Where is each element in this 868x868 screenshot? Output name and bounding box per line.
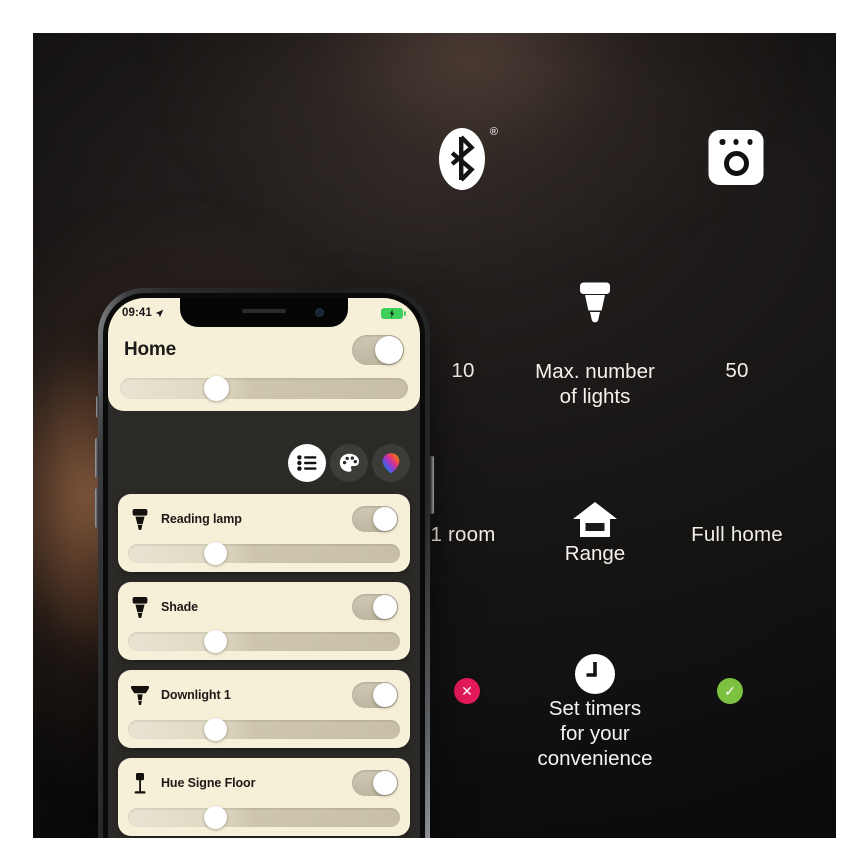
light-name: Hue Signe Floor [161, 776, 256, 790]
hue-bridge-icon [708, 130, 764, 185]
mode-button-list[interactable] [288, 444, 326, 482]
front-camera [315, 308, 324, 317]
status-badge-negative: ✕ [454, 678, 480, 704]
battery-body [381, 307, 403, 319]
floor-lamp-icon [130, 771, 150, 795]
row-range-right-value: Full home [691, 523, 783, 546]
slider-handle[interactable] [203, 376, 229, 401]
light-row: Reading lamp [128, 503, 400, 535]
toggle-knob [373, 507, 397, 531]
light-name: Shade [161, 600, 199, 614]
toggle-knob [375, 336, 403, 364]
lights-list: Reading lamp Shade Downlight 1 Hue Signe… [118, 494, 410, 838]
check-icon: ✓ [724, 683, 736, 699]
row-max-lights-label-line2: of lights [559, 385, 631, 408]
phone-power-button[interactable] [429, 456, 434, 514]
spot-bulb-glyph [132, 509, 148, 530]
status-badge-positive: ✓ [717, 678, 743, 704]
registered-trademark-mark: ® [489, 126, 498, 138]
toggle-knob [373, 595, 397, 619]
home-glyph [573, 502, 617, 537]
light-brightness-slider[interactable] [128, 542, 400, 565]
phone-notch [180, 298, 348, 327]
light-toggle[interactable] [352, 506, 398, 532]
light-name: Downlight 1 [161, 688, 231, 702]
slider-handle[interactable] [204, 542, 228, 565]
mode-bar [288, 444, 410, 482]
floor-lamp-glyph [134, 772, 146, 793]
charging-bolt-icon [389, 308, 395, 318]
cross-icon: ✕ [461, 683, 473, 699]
spot-bulb-glyph [132, 597, 148, 618]
home-brightness-slider[interactable] [120, 376, 408, 401]
spot-bulb-icon [130, 595, 150, 619]
light-row: Hue Signe Floor [128, 767, 400, 799]
phone-screen: 09:41 Home Reading lamp Shade Downlight … [108, 298, 420, 838]
home-icon [572, 501, 618, 546]
downlight-glyph [131, 686, 149, 705]
palette-icon [339, 453, 359, 472]
row-range-label: Range [564, 542, 626, 565]
list-icon [297, 455, 317, 471]
row-timers-label-line1: Set timers [548, 697, 642, 720]
light-name: Reading lamp [161, 512, 242, 526]
slider-handle[interactable] [204, 630, 228, 653]
downlight-icon [130, 683, 150, 707]
row-timers-label: Set timers for your convenience [480, 696, 710, 771]
light-brightness-slider[interactable] [128, 630, 400, 653]
home-master-toggle[interactable] [352, 335, 404, 365]
battery-charging-icon [381, 307, 406, 319]
light-row: Shade [128, 591, 400, 623]
light-toggle[interactable] [352, 594, 398, 620]
status-bar-left: 09:41 [122, 307, 164, 319]
home-title-row: Home [120, 328, 408, 367]
light-bulb-glyph [580, 282, 610, 323]
status-bar-time: 09:41 [122, 307, 152, 319]
list-item[interactable]: Shade [118, 582, 410, 660]
clock-glyph [575, 654, 615, 694]
battery-cap [404, 310, 406, 316]
mode-button-color[interactable] [372, 444, 410, 482]
bridge-dot-3 [747, 139, 753, 145]
slider-handle[interactable] [204, 718, 228, 741]
row-max-lights-label-line1: Max. number [535, 360, 655, 383]
light-toggle[interactable] [352, 682, 398, 708]
bluetooth-icon: ® [439, 126, 498, 190]
screenshot-canvas: ® 10 Max. number of lights 50 1 room Ran… [0, 0, 868, 868]
earpiece-speaker [242, 309, 286, 313]
toggle-knob [373, 771, 397, 795]
light-bulb-icon [578, 278, 612, 331]
light-brightness-slider[interactable] [128, 718, 400, 741]
row-max-lights-right-value: 50 [725, 359, 749, 382]
color-picker-icon [382, 453, 400, 474]
row-max-lights-label: Max. number of lights [480, 359, 710, 409]
light-brightness-slider[interactable] [128, 806, 400, 829]
bluetooth-glyph [450, 135, 475, 182]
bridge-dot-2 [733, 139, 739, 145]
row-max-lights-left-value: 10 [451, 359, 475, 382]
row-timers-label-line3: convenience [537, 747, 653, 770]
phone-volume-down-button[interactable] [94, 488, 99, 528]
list-item[interactable]: Reading lamp [118, 494, 410, 572]
list-item[interactable]: Downlight 1 [118, 670, 410, 748]
toggle-knob [373, 683, 397, 707]
phone-volume-up-button[interactable] [94, 438, 99, 478]
light-row: Downlight 1 [128, 679, 400, 711]
page-title: Home [124, 339, 176, 360]
spot-bulb-icon [130, 507, 150, 531]
mode-button-scenes[interactable] [330, 444, 368, 482]
phone-mockup: 09:41 Home Reading lamp Shade Downlight … [94, 288, 434, 838]
location-arrow-icon [155, 309, 164, 317]
phone-mute-switch[interactable] [95, 396, 99, 418]
list-item[interactable]: Hue Signe Floor [118, 758, 410, 836]
row-timers-label-line2: for your [560, 722, 630, 745]
clock-icon [574, 653, 616, 700]
slider-handle[interactable] [204, 806, 228, 829]
bridge-button-ring [723, 151, 749, 176]
hue-comparison-poster: ® 10 Max. number of lights 50 1 room Ran… [33, 33, 836, 838]
bridge-dot-1 [719, 139, 725, 145]
light-toggle[interactable] [352, 770, 398, 796]
